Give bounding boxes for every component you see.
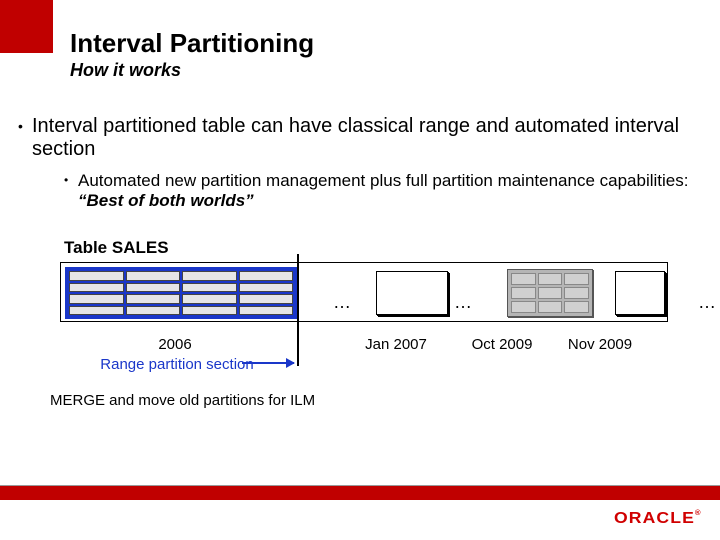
- bullet-dot-icon: •: [18, 115, 32, 161]
- label-nov2009: Nov 2009: [560, 336, 640, 353]
- brand-text: ORACLE: [614, 510, 695, 527]
- oracle-logo: ORACLE®: [614, 510, 702, 528]
- range-partition-grid: [65, 267, 297, 319]
- interval-partition-nov2009: [615, 271, 665, 315]
- bullet-dot-icon: •: [64, 171, 78, 212]
- ellipsis-icon: …: [333, 292, 351, 313]
- bullet-emphasis: “Best of both worlds”: [78, 191, 254, 210]
- accent-square: [0, 0, 53, 53]
- merge-note: MERGE and move old partitions for ILM: [50, 392, 315, 409]
- arrow-right-icon: [242, 362, 294, 364]
- label-jan2007: Jan 2007: [356, 336, 436, 353]
- label-range-section: Range partition section: [72, 356, 282, 373]
- table-label: Table SALES: [64, 238, 169, 258]
- trademark-icon: ®: [695, 510, 702, 517]
- slide: Interval Partitioning How it works • Int…: [0, 0, 720, 540]
- range-partition-block: [65, 267, 297, 319]
- interval-partition-oct2009: [507, 269, 593, 317]
- label-oct2009: Oct 2009: [462, 336, 542, 353]
- bullet-text: Automated new partition management plus …: [78, 171, 700, 212]
- ellipsis-icon: …: [698, 292, 716, 313]
- slide-title: Interval Partitioning: [70, 28, 314, 59]
- bullet-text: Interval partitioned table can have clas…: [32, 115, 700, 161]
- footer-bar: [0, 486, 720, 500]
- bullet-level2: • Automated new partition management plu…: [64, 171, 700, 212]
- bullet-level1: • Interval partitioned table can have cl…: [18, 115, 700, 161]
- ellipsis-icon: …: [454, 292, 472, 313]
- range-divider-line: [297, 254, 299, 366]
- interval-partition-jan2007: [376, 271, 448, 315]
- bullet-area: • Interval partitioned table can have cl…: [18, 115, 700, 212]
- label-2006: 2006: [135, 336, 215, 353]
- bullet-text-part: Automated new partition management plus …: [78, 171, 688, 190]
- slide-subtitle: How it works: [70, 60, 181, 81]
- partition-diagram: [60, 262, 668, 322]
